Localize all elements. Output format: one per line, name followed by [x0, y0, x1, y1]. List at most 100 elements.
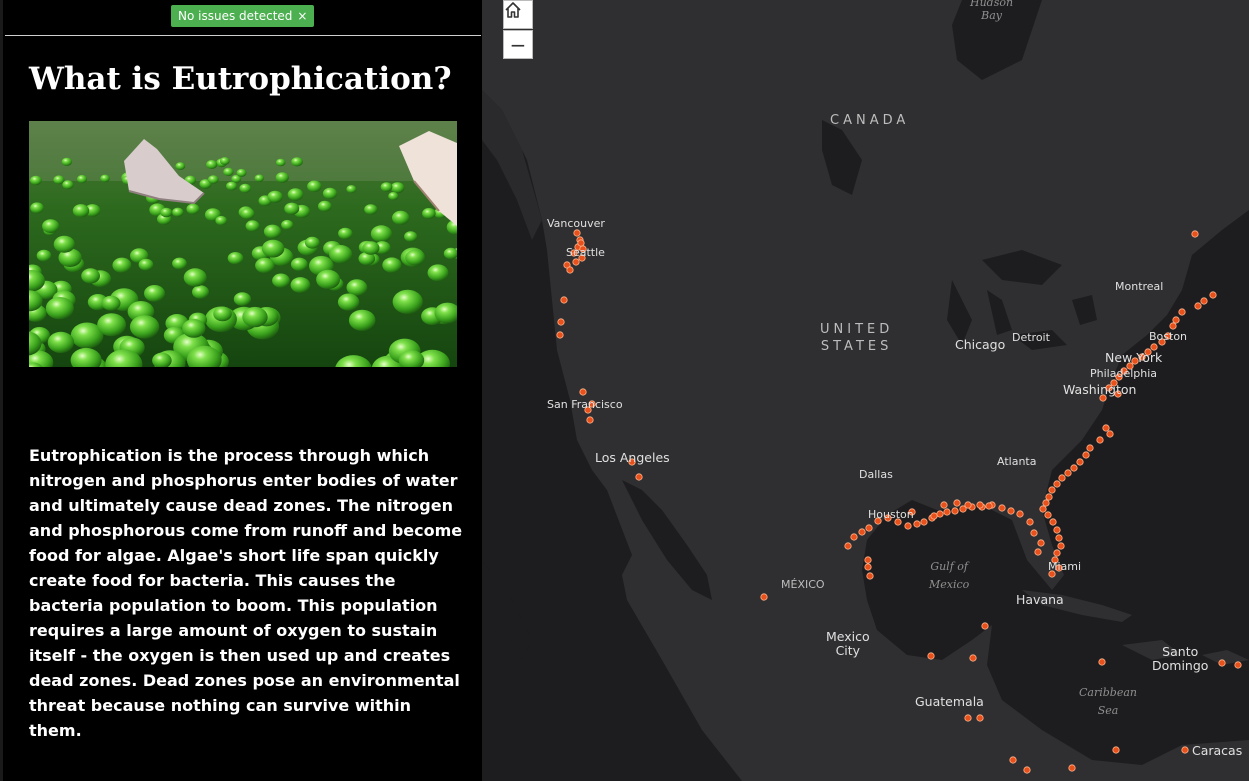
- dead-zone-marker[interactable]: [1030, 529, 1038, 537]
- dead-zone-marker[interactable]: [865, 524, 873, 532]
- dead-zone-marker[interactable]: [1026, 518, 1034, 526]
- dead-zone-marker[interactable]: [1200, 297, 1208, 305]
- dead-zone-marker[interactable]: [572, 258, 580, 266]
- dead-zone-marker[interactable]: [566, 266, 574, 274]
- dead-zone-marker[interactable]: [936, 510, 944, 518]
- dead-zone-marker[interactable]: [1178, 308, 1186, 316]
- dead-zone-marker[interactable]: [1082, 451, 1090, 459]
- dead-zone-marker[interactable]: [1016, 510, 1024, 518]
- dead-zone-marker[interactable]: [1037, 539, 1045, 547]
- dead-zone-marker[interactable]: [560, 296, 568, 304]
- algae-bubble: [364, 204, 378, 215]
- algae-bubble: [223, 167, 234, 177]
- united-states-label: UNITED STATES: [820, 322, 894, 354]
- dead-zone-marker[interactable]: [981, 622, 989, 630]
- dead-zone-marker[interactable]: [1048, 486, 1056, 494]
- dead-zone-marker[interactable]: [1064, 469, 1072, 477]
- map-view[interactable]: − Hudson Bay CANADA UNITED STATES MÉXICO V…: [482, 0, 1249, 781]
- dead-zone-marker[interactable]: [1181, 746, 1189, 754]
- algae-bubble: [112, 257, 132, 273]
- dead-zone-marker[interactable]: [864, 556, 872, 564]
- dead-zone-marker[interactable]: [858, 528, 866, 536]
- dead-zone-marker[interactable]: [927, 652, 935, 660]
- dead-zone-marker[interactable]: [1068, 764, 1076, 772]
- home-button[interactable]: [503, 0, 533, 29]
- algae-bubble: [172, 207, 184, 217]
- dead-zone-marker[interactable]: [1009, 756, 1017, 764]
- dead-zone-marker[interactable]: [943, 508, 951, 516]
- dead-zone-marker[interactable]: [579, 388, 587, 396]
- dead-zone-marker[interactable]: [1218, 659, 1226, 667]
- city-label-montreal: Montreal: [1115, 280, 1164, 293]
- no-issues-text: No issues detected: [178, 9, 293, 23]
- dead-zone-marker[interactable]: [557, 318, 565, 326]
- dead-zone-marker[interactable]: [1112, 746, 1120, 754]
- dead-zone-marker[interactable]: [1234, 661, 1242, 669]
- dead-zone-marker[interactable]: [850, 533, 858, 541]
- dead-zone-marker[interactable]: [1172, 316, 1180, 324]
- dead-zone-marker[interactable]: [844, 542, 852, 550]
- algae-bubble: [227, 252, 244, 265]
- dead-zone-marker[interactable]: [998, 504, 1006, 512]
- dead-zone-marker[interactable]: [1106, 430, 1114, 438]
- dead-zone-marker[interactable]: [1169, 322, 1177, 330]
- dead-zone-marker[interactable]: [976, 714, 984, 722]
- dead-zone-marker[interactable]: [985, 502, 993, 510]
- dead-zone-marker[interactable]: [930, 512, 938, 520]
- dead-zone-marker[interactable]: [953, 499, 961, 507]
- dead-zone-marker[interactable]: [920, 518, 928, 526]
- dead-zone-marker[interactable]: [1194, 302, 1202, 310]
- dead-zone-marker[interactable]: [940, 501, 948, 509]
- algae-bubble: [101, 295, 121, 311]
- dead-zone-marker[interactable]: [969, 654, 977, 662]
- dead-zone-marker[interactable]: [1209, 291, 1217, 299]
- dead-zone-marker[interactable]: [1053, 549, 1061, 557]
- dead-zone-marker[interactable]: [1053, 480, 1061, 488]
- algae-bubble: [61, 157, 72, 166]
- dead-zone-marker[interactable]: [1058, 474, 1066, 482]
- dead-zone-marker[interactable]: [964, 714, 972, 722]
- dead-zone-marker[interactable]: [1042, 499, 1050, 507]
- city-label-houston: Houston: [868, 508, 914, 521]
- no-issues-badge[interactable]: No issues detected ×: [171, 5, 315, 27]
- algae-bubble: [175, 162, 186, 170]
- dead-zone-marker[interactable]: [1102, 424, 1110, 432]
- close-icon[interactable]: ×: [297, 9, 307, 23]
- dead-zone-marker[interactable]: [1086, 444, 1094, 452]
- dead-zone-marker[interactable]: [586, 416, 594, 424]
- algae-bubble: [370, 225, 392, 243]
- algae-bubble: [36, 249, 52, 262]
- dead-zone-marker[interactable]: [1039, 505, 1047, 513]
- dead-zone-marker[interactable]: [760, 593, 768, 601]
- dead-zone-marker[interactable]: [1049, 518, 1057, 526]
- dead-zone-marker[interactable]: [1057, 542, 1065, 550]
- dead-zone-marker[interactable]: [1076, 458, 1084, 466]
- dead-zone-marker[interactable]: [1034, 548, 1042, 556]
- algae-bubble: [390, 182, 405, 194]
- dead-zone-marker[interactable]: [1096, 436, 1104, 444]
- algae-bubble: [362, 241, 380, 255]
- dead-zone-marker[interactable]: [1023, 766, 1031, 774]
- algae-bubble: [30, 175, 42, 186]
- dead-zone-marker[interactable]: [1007, 507, 1015, 515]
- dead-zone-marker[interactable]: [976, 501, 984, 509]
- dead-zone-marker[interactable]: [1053, 526, 1061, 534]
- algae-bubble: [240, 207, 255, 220]
- dead-zone-marker[interactable]: [1045, 493, 1053, 501]
- dead-zone-marker[interactable]: [1191, 230, 1199, 238]
- dead-zone-marker[interactable]: [573, 229, 581, 237]
- dead-zone-marker[interactable]: [1070, 464, 1078, 472]
- dead-zone-marker[interactable]: [1055, 534, 1063, 542]
- dead-zone-marker[interactable]: [964, 501, 972, 509]
- zoom-out-button[interactable]: −: [503, 30, 533, 59]
- dead-zone-marker[interactable]: [866, 572, 874, 580]
- dead-zone-marker[interactable]: [556, 331, 564, 339]
- dead-zone-marker[interactable]: [904, 522, 912, 530]
- dead-zone-marker[interactable]: [951, 507, 959, 515]
- home-icon: [505, 2, 521, 18]
- dead-zone-marker[interactable]: [913, 520, 921, 528]
- dead-zone-marker[interactable]: [635, 473, 643, 481]
- dead-zone-marker[interactable]: [864, 563, 872, 571]
- dead-zone-marker[interactable]: [1098, 658, 1106, 666]
- dead-zone-marker[interactable]: [1044, 511, 1052, 519]
